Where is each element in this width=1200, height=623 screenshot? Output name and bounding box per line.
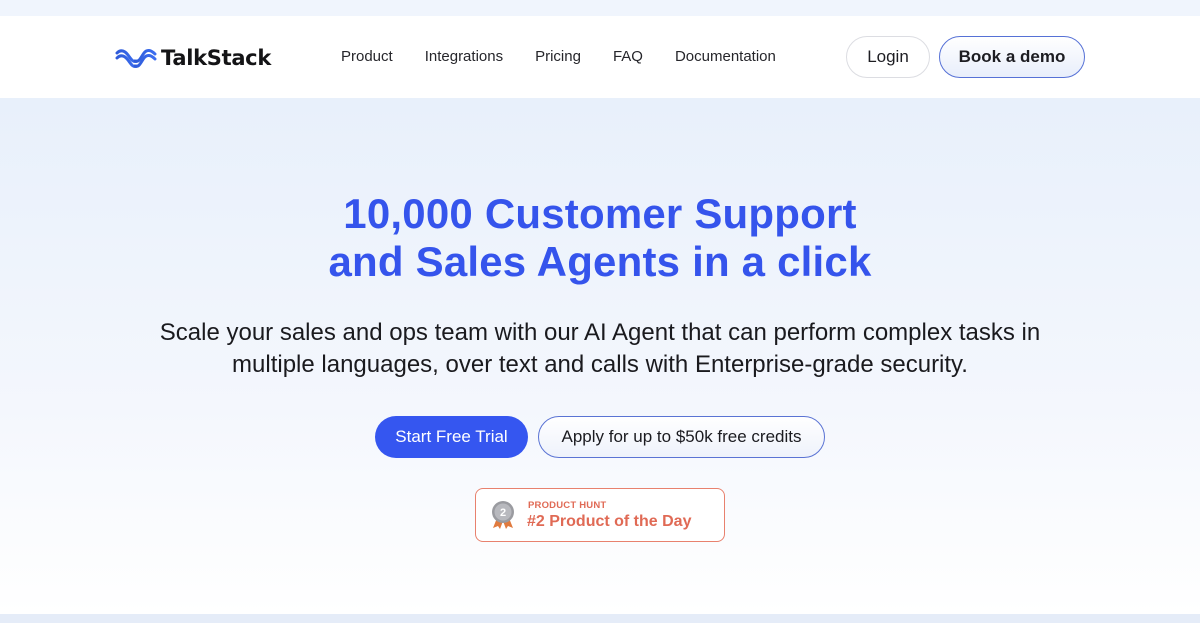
top-strip <box>0 0 1200 16</box>
nav-documentation[interactable]: Documentation <box>675 48 776 66</box>
silver-medal-icon: 2 <box>492 501 514 529</box>
apply-credits-button[interactable]: Apply for up to $50k free credits <box>538 416 825 458</box>
hero-headline: 10,000 Customer Support and Sales Agents… <box>0 190 1200 286</box>
subtitle-line-1: Scale your sales and ops team with our A… <box>159 319 1041 346</box>
hero-subtitle: Scale your sales and ops team with our A… <box>0 317 1200 381</box>
medal-number: 2 <box>500 507 506 519</box>
badge-source: PRODUCT HUNT <box>528 500 607 511</box>
wave-logo-icon <box>115 49 157 68</box>
cta-row: Start Free Trial Apply for up to $50k fr… <box>375 416 825 458</box>
product-hunt-badge[interactable]: 2 PRODUCT HUNT #2 Product of the Day <box>475 488 725 542</box>
brand-name: TalkStack <box>161 46 272 70</box>
nav-product[interactable]: Product <box>341 48 393 66</box>
bottom-strip <box>0 614 1200 623</box>
subtitle-line-2: multiple languages, over text and calls … <box>232 351 968 378</box>
nav-integrations[interactable]: Integrations <box>425 48 503 66</box>
book-demo-button[interactable]: Book a demo <box>939 36 1085 78</box>
nav-pricing[interactable]: Pricing <box>535 48 581 66</box>
badge-title: #2 Product of the Day <box>527 513 692 530</box>
main-nav: Product Integrations Pricing FAQ Documen… <box>341 48 808 66</box>
headline-line-2: and Sales Agents in a click <box>328 238 872 285</box>
login-button[interactable]: Login <box>846 36 930 78</box>
start-free-trial-button[interactable]: Start Free Trial <box>375 416 528 458</box>
brand-logo[interactable]: TalkStack <box>115 44 271 72</box>
headline-line-1: 10,000 Customer Support <box>343 190 857 237</box>
navbar: TalkStack Product Integrations Pricing F… <box>0 16 1200 98</box>
nav-faq[interactable]: FAQ <box>613 48 643 66</box>
